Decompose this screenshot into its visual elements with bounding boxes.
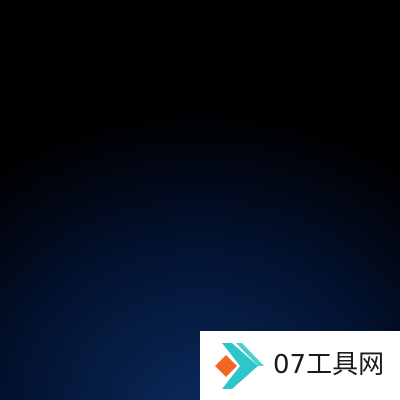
diamond-arrow-logo-icon	[212, 341, 268, 391]
watermark-text: 07工具网	[273, 350, 385, 380]
screen-background: 07工具网	[0, 0, 400, 400]
site-watermark: 07工具网	[200, 331, 400, 400]
